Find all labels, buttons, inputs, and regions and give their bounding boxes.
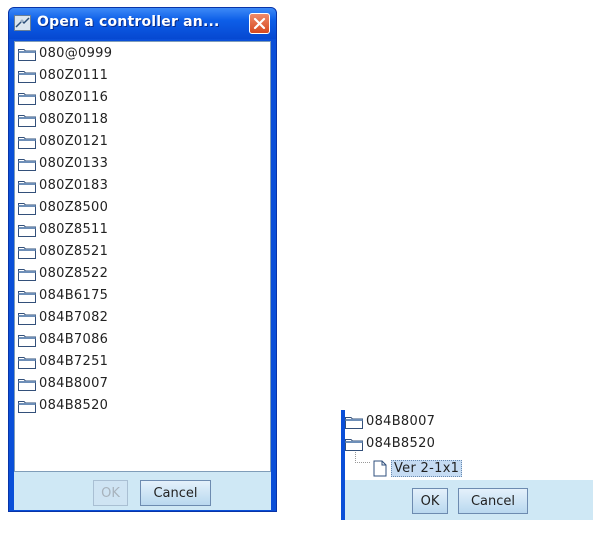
folder-icon — [18, 289, 39, 303]
folder-icon — [18, 157, 39, 171]
tree-item[interactable]: 080Z8521 — [18, 241, 108, 262]
folder-icon — [18, 377, 39, 391]
tree-item-label: 084B7082 — [39, 310, 109, 325]
tree-item[interactable]: 080Z0121 — [18, 131, 108, 152]
controller-icon — [14, 15, 31, 31]
cancel-button[interactable]: Cancel — [458, 488, 528, 514]
tree-item[interactable]: 084B8520 — [345, 433, 435, 454]
tree-item-label: 080Z8521 — [39, 244, 109, 259]
folder-icon — [18, 333, 39, 347]
expanded-tree-view: 084B8007 084B8520 Ver 2-1x1 OK Cancel — [341, 410, 593, 520]
tree-item[interactable]: 084B8007 — [18, 373, 108, 394]
tree-item[interactable]: 080Z8511 — [18, 219, 108, 240]
tree-item-label: 080Z8511 — [39, 222, 109, 237]
tree-item[interactable]: 080Z0183 — [18, 175, 108, 196]
tree-item-label: 080@0999 — [39, 46, 113, 61]
tree-item[interactable]: 080Z0133 — [18, 153, 108, 174]
tree-item[interactable]: 080Z8522 — [18, 263, 108, 284]
tree-item-label: 080Z8500 — [39, 200, 109, 215]
tree-item-label: 084B8520 — [366, 436, 436, 451]
tree-item[interactable]: 084B8520 — [18, 395, 108, 416]
folder-icon — [18, 355, 39, 369]
folder-icon — [18, 113, 39, 127]
ok-button[interactable]: OK — [93, 480, 128, 506]
tree-item[interactable]: 084B8007 — [345, 411, 435, 432]
folder-icon — [18, 47, 39, 61]
tree-connector — [355, 452, 370, 463]
controller-tree[interactable]: 080@0999 080Z0111 080Z0116 080Z0118 080Z0121… — [14, 41, 271, 472]
tree-item[interactable]: 080Z0111 — [18, 65, 108, 86]
tree-item-version[interactable]: Ver 2-1x1 — [373, 458, 463, 479]
tree-item-label: 084B7251 — [39, 354, 109, 369]
tree-item-label: 080Z0118 — [39, 112, 109, 127]
open-controller-dialog: Open a controller an... 080@0999 080Z0111… — [8, 7, 277, 512]
tree-item-label: 084B8007 — [39, 376, 109, 391]
button-bar: OK Cancel — [14, 472, 271, 510]
document-icon — [373, 460, 391, 477]
ok-button[interactable]: OK — [412, 488, 448, 514]
dialog-title: Open a controller an... — [37, 14, 220, 30]
tree-item-label: 080Z0133 — [39, 156, 109, 171]
cancel-button[interactable]: Cancel — [140, 480, 211, 506]
tree-item-label: 080Z0121 — [39, 134, 109, 149]
tree-item-label: 084B8520 — [39, 398, 109, 413]
folder-icon — [18, 69, 39, 83]
tree-item[interactable]: 084B7082 — [18, 307, 108, 328]
tree-item-label: 080Z0183 — [39, 178, 109, 193]
folder-icon — [18, 311, 39, 325]
folder-icon — [18, 399, 39, 413]
tree-item-label: 084B8007 — [366, 414, 436, 429]
folder-icon — [18, 245, 39, 259]
tree-item-label: 080Z0116 — [39, 90, 109, 105]
close-button[interactable] — [249, 13, 270, 34]
folder-icon — [345, 437, 366, 451]
tree-item[interactable]: 084B6175 — [18, 285, 108, 306]
tree-item[interactable]: 080Z8500 — [18, 197, 108, 218]
folder-icon — [345, 415, 366, 429]
folder-icon — [18, 179, 39, 193]
folder-icon — [18, 223, 39, 237]
tree-item[interactable]: 080Z0116 — [18, 87, 108, 108]
close-icon — [253, 17, 266, 30]
title-bar[interactable]: Open a controller an... — [9, 8, 276, 39]
tree-item-label: 084B7086 — [39, 332, 109, 347]
tree-item-label: 080Z0111 — [39, 68, 109, 83]
folder-icon — [18, 135, 39, 149]
folder-icon — [18, 91, 39, 105]
tree-item-label: 084B6175 — [39, 288, 109, 303]
tree-item[interactable]: 080@0999 — [18, 43, 112, 64]
folder-icon — [18, 267, 39, 281]
tree-item[interactable]: 084B7251 — [18, 351, 108, 372]
tree-item[interactable]: 080Z0118 — [18, 109, 108, 130]
button-bar: OK Cancel — [345, 480, 593, 520]
tree-item[interactable]: 084B7086 — [18, 329, 108, 350]
tree-item-label: 080Z8522 — [39, 266, 109, 281]
folder-icon — [18, 201, 39, 215]
tree-item-label: Ver 2-1x1 — [391, 460, 463, 477]
